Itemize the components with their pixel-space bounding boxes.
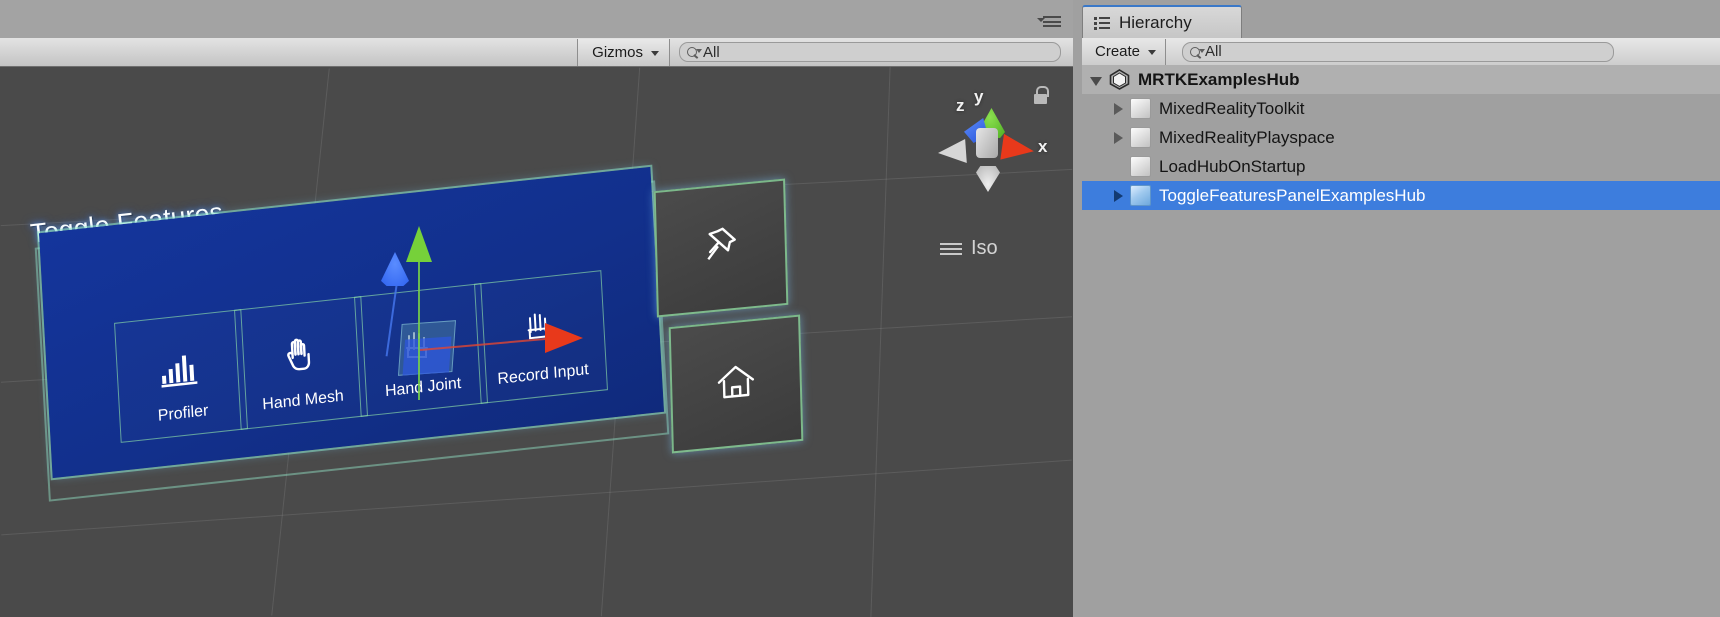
- hierarchy-tree[interactable]: MRTKExamplesHub MixedRealityToolkit Mixe…: [1082, 65, 1720, 617]
- scene-toolbar: Gizmos All: [0, 38, 1073, 67]
- pin-button[interactable]: [653, 178, 789, 318]
- axis-label-z[interactable]: z: [956, 96, 965, 116]
- mrtk-button-label: Hand Joint: [384, 374, 462, 401]
- gizmo-plane-handle-2[interactable]: [402, 336, 452, 376]
- hierarchy-search-input[interactable]: All: [1182, 41, 1615, 62]
- cube-icon: [1130, 127, 1151, 148]
- search-icon: [1189, 45, 1206, 59]
- cube-icon-blue: [1130, 185, 1151, 206]
- mrtk-button-label: Record Input: [497, 361, 590, 388]
- tree-item-label: MRTKExamplesHub: [1138, 69, 1300, 89]
- tree-item-mixedrealitytoolkit[interactable]: MixedRealityToolkit: [1082, 94, 1720, 123]
- chevron-right-icon[interactable]: [1114, 189, 1123, 202]
- create-button[interactable]: Create: [1082, 38, 1167, 65]
- tree-item-mrtkexampleshub[interactable]: MRTKExamplesHub: [1082, 65, 1720, 94]
- tree-item-togglefeaturespanelexampleshub[interactable]: ToggleFeaturesPanelExamplesHub: [1082, 181, 1720, 210]
- gizmo-y-axis-line: [418, 260, 420, 400]
- gizmo-y-axis-arrow[interactable]: [406, 226, 432, 262]
- tab-hierarchy-label: Hierarchy: [1119, 12, 1192, 32]
- search-icon: [686, 45, 702, 59]
- panel-menu-icon[interactable]: [1037, 16, 1063, 28]
- grid-line: [1, 459, 1072, 536]
- hierarchy-toolbar: Create All: [1082, 38, 1720, 66]
- mrtk-button-profiler[interactable]: Profiler: [114, 309, 248, 443]
- gizmo-x-axis-arrow[interactable]: [545, 323, 583, 353]
- scene-tab-strip: [0, 0, 1073, 38]
- chevron-down-icon: [1148, 50, 1157, 55]
- axis-cone-x[interactable]: [1000, 133, 1036, 165]
- hand-icon: [280, 333, 322, 380]
- tab-hierarchy[interactable]: Hierarchy: [1082, 5, 1242, 38]
- mrtk-button-hand-mesh[interactable]: Hand Mesh: [234, 296, 368, 430]
- scene-search-value: All: [703, 43, 720, 61]
- tree-item-label: MixedRealityPlayspace: [1159, 127, 1335, 147]
- hierarchy-panel: Hierarchy Create All MRTKExamplesHub Mix…: [1073, 0, 1720, 617]
- axis-gizmo-hub[interactable]: [976, 128, 998, 158]
- scene-axis-gizmo[interactable]: z y x: [930, 87, 1060, 213]
- axis-label-x[interactable]: x: [1038, 137, 1047, 157]
- cube-icon: [1130, 156, 1151, 177]
- bar-chart-icon: [159, 350, 203, 394]
- tree-item-loadhubonstartup[interactable]: LoadHubOnStartup: [1082, 152, 1720, 181]
- chevron-right-icon[interactable]: [1114, 102, 1123, 115]
- chevron-right-icon[interactable]: [1114, 131, 1123, 144]
- gizmos-label: Gizmos: [592, 43, 643, 61]
- hierarchy-icon: [1094, 16, 1111, 30]
- scene-view-panel: Gizmos All Toggle Features: [0, 0, 1073, 617]
- unity-logo-icon: [1109, 69, 1130, 90]
- grid-line: [870, 67, 891, 617]
- create-label: Create: [1095, 43, 1141, 60]
- axis-label-y[interactable]: y: [974, 87, 983, 107]
- axis-cone-neg-x[interactable]: [937, 139, 967, 165]
- tree-item-mixedrealityplayspace[interactable]: MixedRealityPlayspace: [1082, 123, 1720, 152]
- tree-item-label: MixedRealityToolkit: [1159, 98, 1305, 118]
- unity-editor-window: Gizmos All Toggle Features: [0, 0, 1720, 617]
- home-button[interactable]: [668, 314, 804, 454]
- scene-search-input[interactable]: All: [679, 42, 1061, 62]
- mrtk-button-label: Profiler: [157, 402, 209, 425]
- axis-cone-neg-y[interactable]: [976, 166, 1000, 192]
- mrtk-button-record-input[interactable]: Record Input: [474, 270, 608, 404]
- tree-item-label: LoadHubOnStartup: [1159, 156, 1306, 176]
- mrtk-button-label: Hand Mesh: [261, 387, 345, 414]
- hierarchy-search-value: All: [1205, 43, 1222, 60]
- gizmos-button[interactable]: Gizmos: [577, 38, 670, 66]
- home-icon: [715, 360, 758, 407]
- hamburger-icon: [940, 242, 962, 256]
- chevron-down-icon[interactable]: [1090, 76, 1102, 86]
- chevron-down-icon: [651, 50, 659, 56]
- pin-icon: [700, 223, 741, 274]
- tree-item-label: ToggleFeaturesPanelExamplesHub: [1159, 185, 1426, 205]
- projection-mode-label: Iso: [971, 237, 998, 259]
- cube-icon: [1130, 98, 1151, 119]
- projection-mode-toggle[interactable]: Iso: [940, 237, 998, 260]
